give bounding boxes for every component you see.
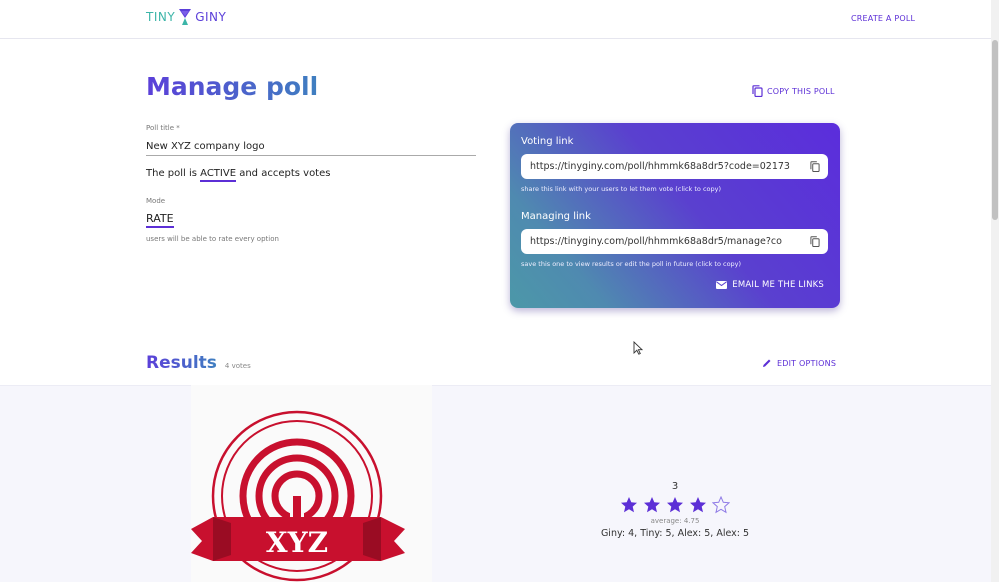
envelope-icon (716, 281, 728, 289)
poll-title-label: Poll title * (146, 124, 180, 132)
option-average: average: 4.75 (650, 517, 700, 525)
option-rating-value: 3 (671, 481, 679, 492)
option-rating: 3 average: 4.75 Giny: 4, Tiny: 5, Alex: … (560, 481, 790, 539)
voting-link-field[interactable]: https://tinyginy.com/poll/hhmmk68a8dr5?c… (521, 154, 828, 179)
star-filled-icon[interactable] (620, 496, 638, 514)
logo-text-tiny: TINY (146, 10, 176, 24)
results-vote-count: 4 votes (224, 362, 251, 370)
copy-icon[interactable] (810, 236, 820, 247)
managing-link-url: https://tinyginy.com/poll/hhmmk68a8dr5/m… (530, 236, 782, 247)
status-toggle[interactable]: ACTIVE (200, 168, 237, 182)
copy-icon[interactable] (810, 161, 820, 172)
mode-help-text: users will be able to rate every option (146, 235, 279, 243)
status-prefix: The poll is (146, 168, 197, 179)
edit-options-button[interactable]: EDIT OPTIONS (762, 358, 836, 368)
email-links-label: EMAIL ME THE LINKS (732, 280, 824, 290)
results-title: Results (146, 353, 217, 373)
option-votes: Giny: 4, Tiny: 5, Alex: 5, Alex: 5 (600, 528, 750, 539)
option-image[interactable]: XYZ (191, 385, 432, 582)
star-filled-icon[interactable] (666, 496, 684, 514)
copy-poll-label: COPY THIS POLL (767, 86, 835, 96)
star-rating[interactable] (560, 496, 790, 514)
mode-label: Mode (146, 197, 166, 205)
email-links-button[interactable]: EMAIL ME THE LINKS (716, 280, 824, 290)
poll-status-line: The poll is ACTIVE and accepts votes (146, 168, 331, 182)
results-area (0, 385, 991, 582)
voting-link-label: Voting link (521, 136, 574, 147)
page-title: Manage poll (146, 72, 319, 101)
edit-options-label: EDIT OPTIONS (777, 358, 837, 368)
pencil-icon (763, 359, 771, 367)
mouse-cursor-icon (633, 341, 643, 355)
mode-select[interactable]: RATE (146, 212, 174, 228)
scrollbar-thumb[interactable] (992, 40, 998, 220)
star-filled-icon[interactable] (643, 496, 661, 514)
managing-link-hint: save this one to view results or edit th… (521, 260, 742, 268)
results-header: Results 4 votes (146, 353, 251, 373)
logo-text-giny: GINY (195, 10, 227, 24)
voting-link-hint: share this link with your users to let t… (521, 185, 722, 193)
option-image-text: XYZ (266, 526, 328, 559)
page-scrollbar[interactable] (991, 0, 999, 582)
create-poll-link[interactable]: CREATE A POLL (851, 14, 991, 23)
managing-link-field[interactable]: https://tinyginy.com/poll/hhmmk68a8dr5/m… (521, 229, 828, 254)
star-empty-icon[interactable] (712, 496, 730, 514)
status-suffix: and accepts votes (239, 168, 331, 179)
voting-link-url: https://tinyginy.com/poll/hhmmk68a8dr5?c… (530, 161, 790, 172)
logo[interactable]: TINY GINY (146, 8, 226, 26)
logo-genie-icon (179, 9, 192, 25)
xyz-logo-image: XYZ (191, 410, 405, 582)
poll-title-input[interactable] (146, 137, 476, 156)
top-bar: TINY GINY CREATE A POLL (0, 0, 991, 39)
managing-link-label: Managing link (521, 211, 591, 222)
links-card: Voting link https://tinyginy.com/poll/hh… (510, 123, 840, 308)
copy-poll-button[interactable]: COPY THIS POLL (752, 85, 835, 97)
copy-icon (752, 85, 763, 97)
star-filled-icon[interactable] (689, 496, 707, 514)
